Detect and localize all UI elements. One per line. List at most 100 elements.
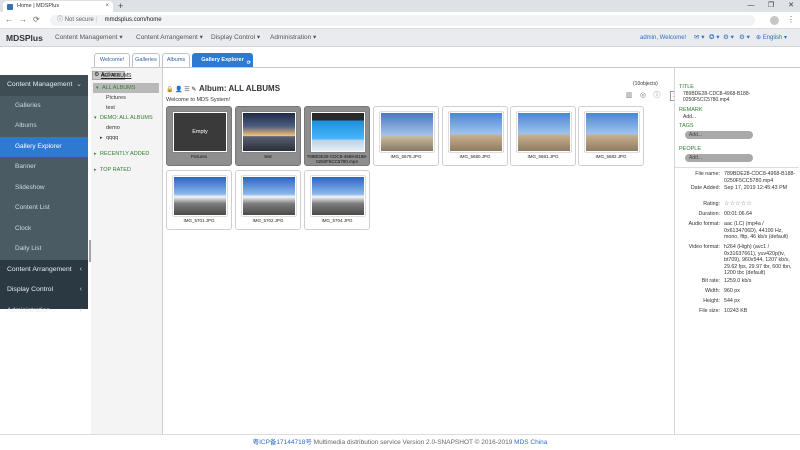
thumbnail-image-item[interactable]: IMG_5702.JPG bbox=[235, 170, 301, 230]
sidebar-item-banner[interactable]: Banner bbox=[0, 157, 88, 178]
tools-icon[interactable]: ⚙ ▾ bbox=[739, 33, 750, 43]
close-window-button[interactable]: ✕ bbox=[782, 0, 800, 11]
info-divider bbox=[675, 167, 799, 168]
close-tab-icon[interactable]: × bbox=[105, 1, 109, 12]
expand-icon[interactable]: ▸ bbox=[94, 149, 97, 159]
user-icon[interactable]: ✪ ▾ bbox=[709, 33, 720, 43]
tree-node-demo[interactable]: demo bbox=[91, 123, 163, 133]
meta-value: h264 (High) (avc1 / 0x31637661), yuv420p… bbox=[724, 244, 792, 276]
tab-welcome[interactable]: Welcome! bbox=[94, 53, 130, 67]
tab-gallery-explorer[interactable]: Gallery Explorer ⟳ bbox=[192, 53, 253, 67]
meta-value: 960 px bbox=[724, 288, 740, 294]
settings-icon[interactable]: ⚙ ▾ bbox=[723, 33, 734, 43]
tree-node-recently-added[interactable]: ▸ RECENTLY ADDED bbox=[91, 149, 163, 159]
gear-icon: ⚙ bbox=[94, 72, 100, 78]
language-select[interactable]: ⊕ English ▾ bbox=[756, 33, 787, 43]
url-input[interactable]: ⓘ Not secure | mmdsplus.com/home bbox=[50, 15, 755, 26]
sidebar-item-albums[interactable]: Albums bbox=[0, 116, 88, 137]
expand-icon[interactable]: ▸ bbox=[94, 165, 97, 175]
browser-tabstrip: Home | MDSPlus × + — ❐ ✕ bbox=[0, 0, 800, 12]
globe-icon: ⊕ bbox=[756, 35, 762, 41]
tree-node-test[interactable]: test bbox=[91, 103, 163, 113]
back-icon[interactable]: ← bbox=[5, 15, 13, 25]
tree-node-all-albums[interactable]: ▾ ALL ALBUMS bbox=[93, 83, 159, 93]
tab-galleries[interactable]: Galleries bbox=[132, 53, 160, 67]
browser-menu-icon[interactable]: ⋮ bbox=[787, 15, 795, 25]
sidebar-section-label: Content Arrangement bbox=[7, 265, 72, 273]
user-welcome-link[interactable]: admin, Welcome! bbox=[640, 33, 686, 43]
thumbnail-image-item[interactable]: IMG_5701.JPG bbox=[166, 170, 232, 230]
tree-node-pictures[interactable]: Pictures bbox=[91, 93, 163, 103]
thumbnail-image-item[interactable]: IMG_5680.JPG bbox=[442, 106, 508, 166]
tab-gallery-explorer-label: Gallery Explorer bbox=[201, 57, 244, 63]
menu-administration[interactable]: Administration ▾ bbox=[270, 33, 316, 43]
maximize-button[interactable]: ❐ bbox=[762, 0, 780, 11]
people-label: PEOPLE bbox=[679, 146, 702, 152]
share-icon[interactable]: ◎ bbox=[638, 90, 648, 101]
sidebar-item-slideshow[interactable]: Slideshow bbox=[0, 177, 88, 198]
new-tab-button[interactable]: + bbox=[118, 0, 123, 12]
remark-label: REMARK bbox=[679, 107, 703, 113]
sidebar-section-display-control[interactable]: Display Control ‹ bbox=[0, 280, 88, 301]
sidebar-item-daily-list[interactable]: Daily List bbox=[0, 239, 88, 260]
refresh-icon[interactable]: ⟳ bbox=[247, 60, 251, 66]
info-circle-icon[interactable]: ⓘ bbox=[652, 90, 662, 101]
thumbnail-image-item[interactable]: IMG_5704.JPG bbox=[304, 170, 370, 230]
thumbnail-caption: Pictures bbox=[190, 154, 208, 159]
thumbnail-image-item[interactable]: IMG_5682.JPG bbox=[578, 106, 644, 166]
people-add-input[interactable]: Add... bbox=[685, 154, 753, 162]
tree-node-top-rated[interactable]: ▸ TOP RATED bbox=[91, 165, 163, 175]
title-value[interactable]: 789BDE28-CDC8-4968-B188-0250F5CC5780.mp4 bbox=[683, 91, 795, 103]
security-label: Not secure bbox=[64, 17, 94, 23]
icp-link[interactable]: 粤ICP备17144718号 bbox=[253, 439, 312, 446]
meta-key: Duration: bbox=[698, 211, 721, 217]
thumbnail-album-test[interactable]: test bbox=[235, 106, 301, 166]
sidebar-section-administration[interactable]: Administration ‹ bbox=[0, 301, 88, 322]
tree-node-qqqq[interactable]: ▸ qqqq bbox=[91, 133, 163, 143]
reload-icon[interactable]: ⟳ bbox=[33, 15, 40, 25]
messages-icon[interactable]: ✉ ▾ bbox=[694, 33, 705, 43]
sidebar-item-galleries[interactable]: Galleries bbox=[0, 95, 88, 116]
thumbnail-album-pictures[interactable]: Empty Pictures bbox=[166, 106, 232, 166]
meta-value: 1259.0 kb/s bbox=[724, 278, 752, 284]
thumbnail-image-item[interactable]: IMG_5678.JPG bbox=[373, 106, 439, 166]
thumbnail-caption: IMG_5682.JPG bbox=[595, 154, 627, 159]
menu-display-control[interactable]: Display Control ▾ bbox=[211, 33, 260, 43]
tree-node-demo-all-albums[interactable]: ▾ DEMO: ALL ALBUMS bbox=[91, 113, 163, 123]
sidebar-section-content-management[interactable]: Content Management ⌄ bbox=[0, 75, 88, 96]
expand-icon[interactable]: ▸ bbox=[100, 133, 103, 143]
meta-key: Audio format: bbox=[688, 221, 720, 227]
album-tree: ▾ ALL ALBUMS Pictures test ▾ DEMO: ALL ALB… bbox=[91, 83, 163, 175]
tags-add-input[interactable]: Add... bbox=[685, 131, 753, 139]
minimize-button[interactable]: — bbox=[742, 0, 760, 11]
meta-value: 544 px bbox=[724, 298, 740, 304]
breadcrumb-all-albums[interactable]: ALL ALBUMS bbox=[101, 73, 131, 79]
sidebar-item-content-list[interactable]: Content List bbox=[0, 198, 88, 219]
sidebar-section-content-arrangement[interactable]: Content Arrangement ‹ bbox=[0, 260, 88, 281]
sidebar-item-gallery-explorer[interactable]: Gallery Explorer bbox=[0, 136, 88, 157]
collapse-icon[interactable]: ▾ bbox=[96, 83, 99, 93]
meta-key: File size: bbox=[699, 308, 720, 314]
tab-albums[interactable]: Albums bbox=[162, 53, 190, 67]
thumbnail-image bbox=[585, 112, 639, 152]
menu-content-management[interactable]: Content Management ▾ bbox=[55, 33, 123, 43]
menu-content-arrangement[interactable]: Content Arrangement ▾ bbox=[136, 33, 203, 43]
forward-icon[interactable]: → bbox=[19, 15, 27, 25]
thumbnail-video[interactable]: 789BDE28-CDC8-4968-B188-0250F5CC5780.mp4 bbox=[304, 106, 370, 166]
thumbnail-image-item[interactable]: IMG_5681.JPG bbox=[510, 106, 576, 166]
company-link[interactable]: MDS China bbox=[514, 439, 547, 446]
sidebar-item-clock[interactable]: Clock bbox=[0, 218, 88, 239]
chevron-down-icon: ⌄ bbox=[76, 81, 82, 88]
footer-text: Multimedia distribution service Version … bbox=[311, 439, 515, 446]
grid-view-icon[interactable]: ▥ bbox=[624, 90, 634, 101]
remark-value[interactable]: Add... bbox=[683, 114, 696, 120]
profile-avatar-icon[interactable] bbox=[770, 16, 779, 25]
browser-tab[interactable]: Home | MDSPlus × bbox=[3, 1, 113, 12]
meta-key: Rating: bbox=[703, 201, 720, 207]
thumbnail-caption: IMG_5681.JPG bbox=[527, 154, 559, 159]
collapse-icon[interactable]: ▾ bbox=[94, 113, 97, 123]
sidebar: Content Management ⌄ Galleries Albums Ga… bbox=[0, 75, 88, 314]
meta-key: Height: bbox=[703, 298, 720, 304]
rating-stars[interactable]: ☆☆☆☆☆ bbox=[724, 201, 798, 208]
brand-logo[interactable]: MDSPlus bbox=[6, 32, 43, 44]
